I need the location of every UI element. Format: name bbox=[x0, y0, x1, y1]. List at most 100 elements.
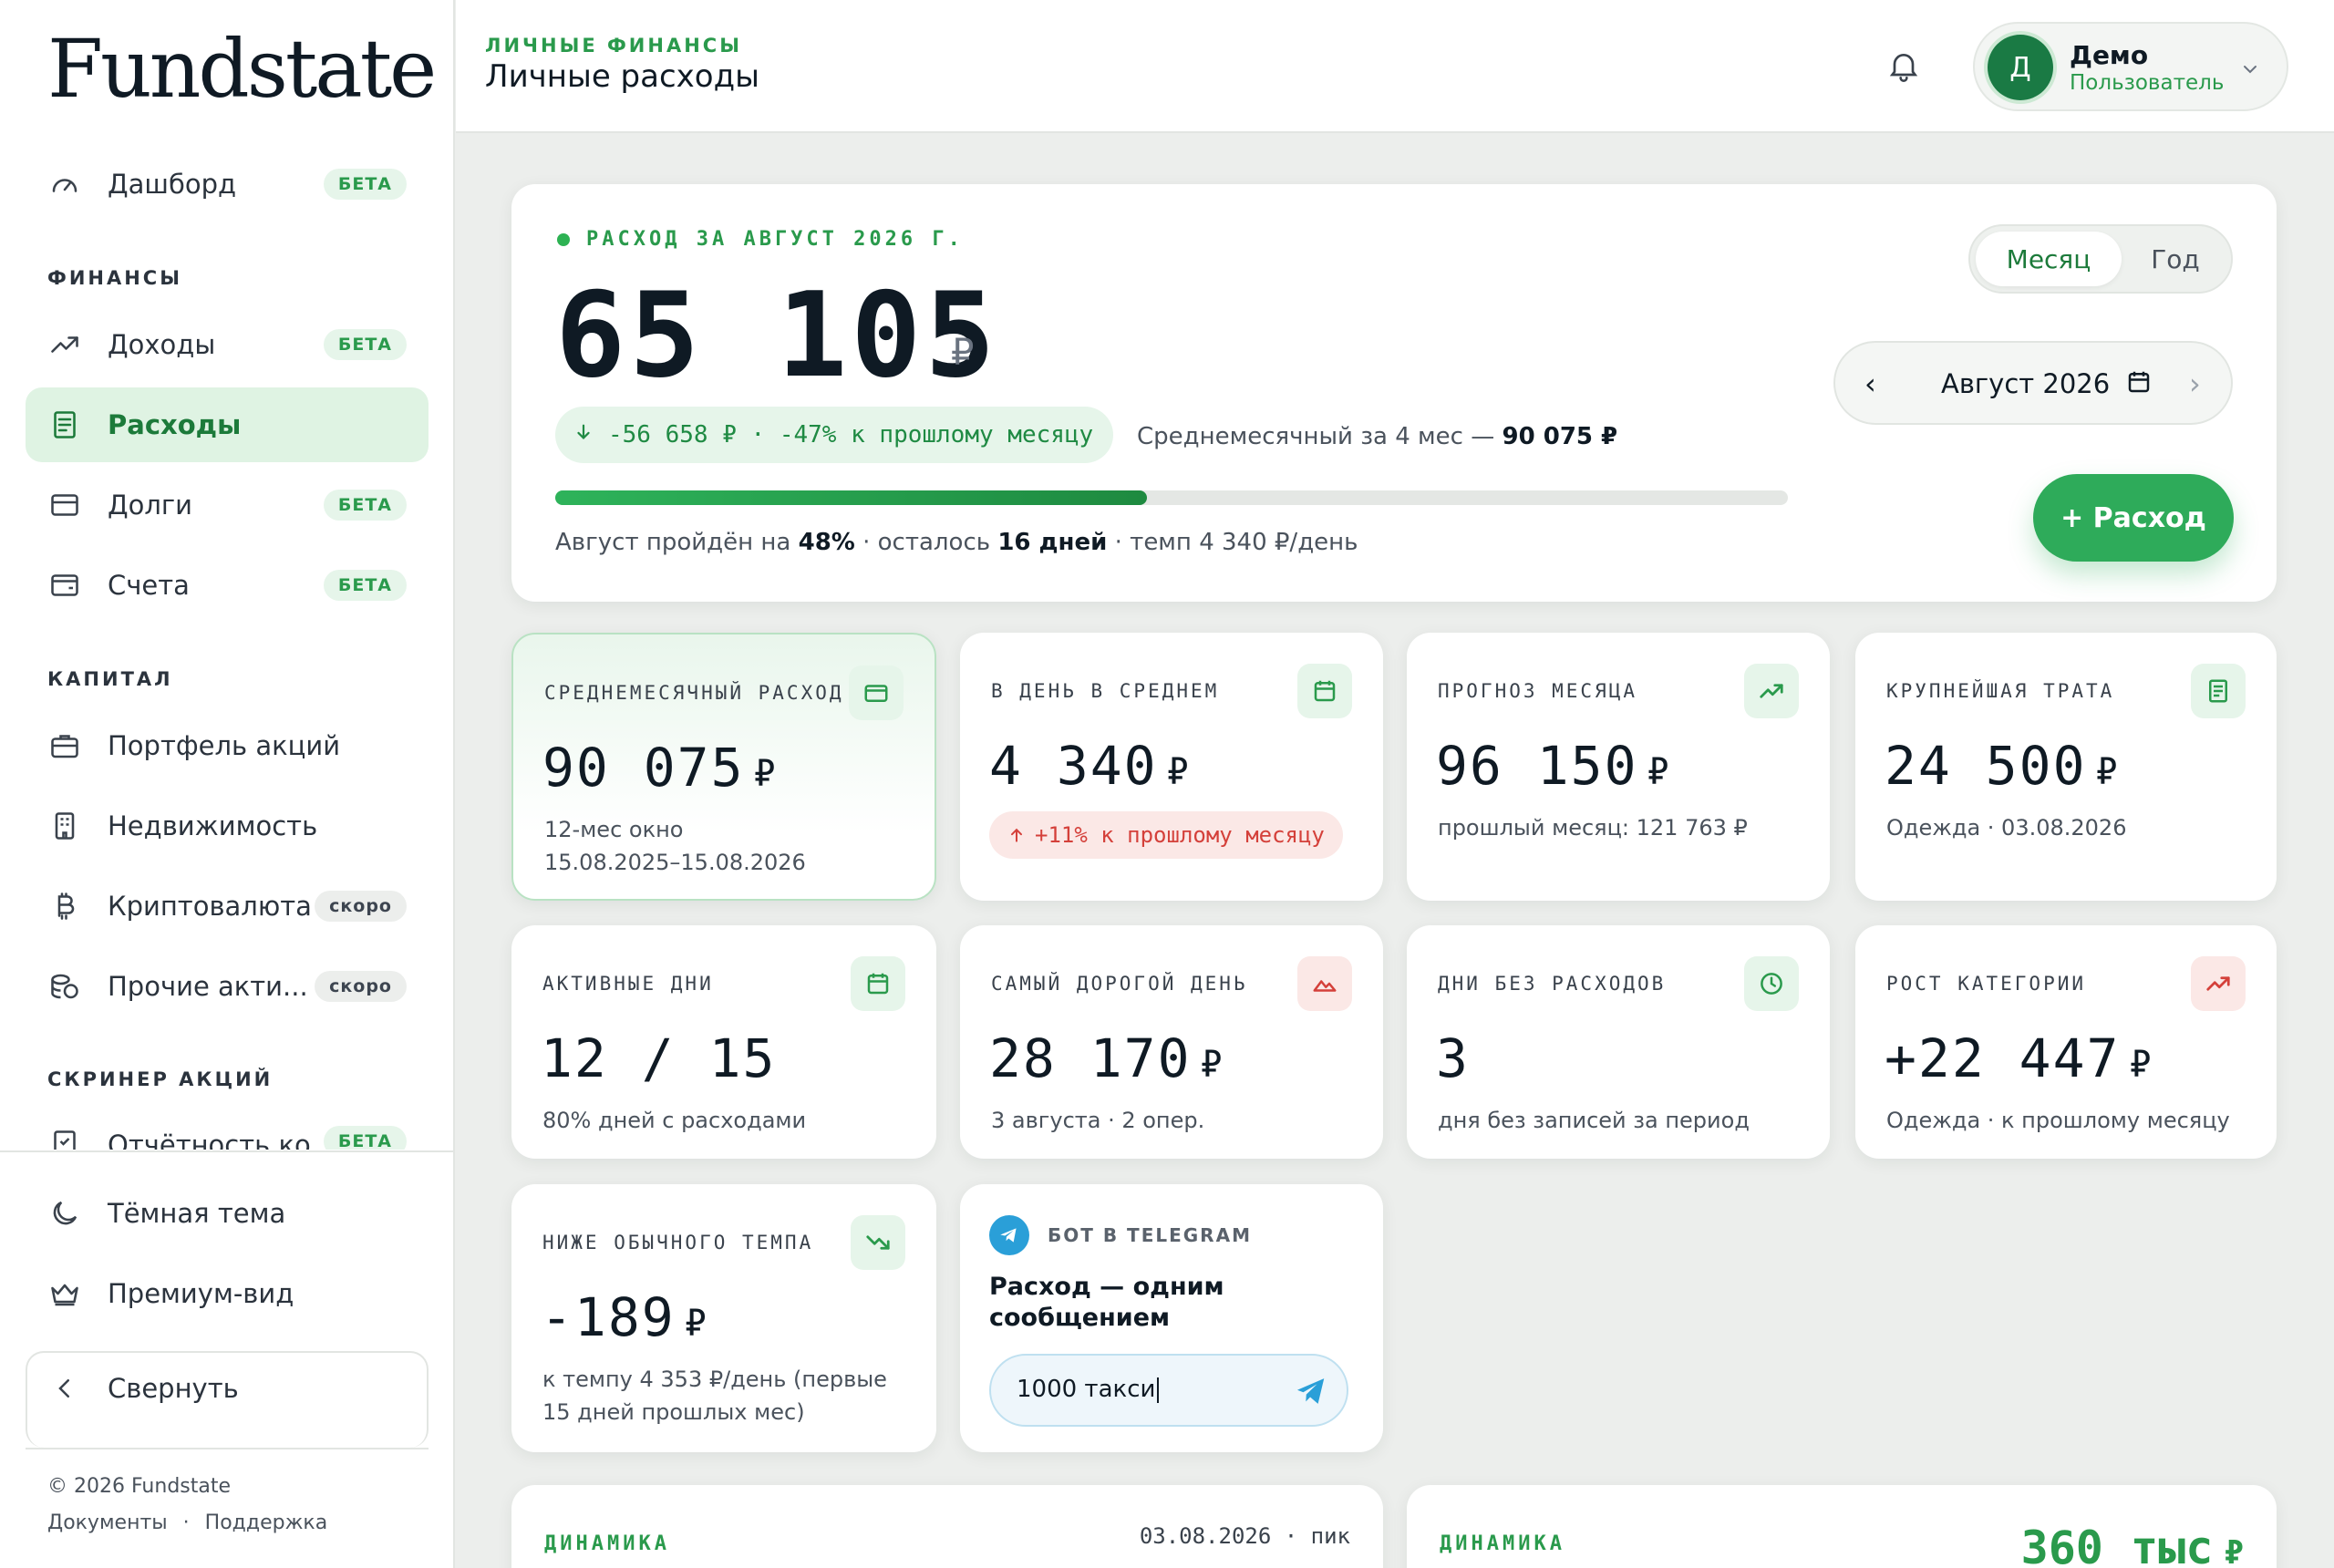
stat-value-currency: ₽ bbox=[1647, 751, 1671, 793]
sidebar-item-debts[interactable]: Долги БЕТА bbox=[26, 468, 429, 542]
stat-card-category-growth[interactable]: РОСТ КАТЕГОРИИ +22 447 ₽ Одежда · к прошл… bbox=[1855, 925, 2277, 1159]
stat-subtitle: 12-мес окно 15.08.2025–15.08.2026 bbox=[544, 817, 806, 875]
sidebar-item-reports[interactable]: Отчётность ко... БЕТА bbox=[26, 1106, 429, 1150]
dark-theme-toggle[interactable]: Тёмная тема bbox=[26, 1176, 429, 1251]
next-month-button[interactable]: › bbox=[2189, 366, 2201, 401]
sidebar-item-label: Прочие акти... bbox=[108, 971, 308, 1002]
breadcrumb: ЛИЧНЫЕ ФИНАНСЫ bbox=[485, 35, 742, 57]
dynamics-card-right: ДИНАМИКА 360 тыс ₽ bbox=[1407, 1485, 2277, 1568]
sidebar-item-accounts[interactable]: Счета БЕТА bbox=[26, 548, 429, 623]
delta-text: -56 658 ₽ · -47% к прошлому месяцу bbox=[608, 421, 1094, 449]
stat-card-largest-expense[interactable]: КРУПНЕЙШАЯ ТРАТА 24 500 ₽ Одежда · 03.08.… bbox=[1855, 633, 2277, 901]
trend-down-icon bbox=[851, 1215, 905, 1270]
stat-title: В ДЕНЬ В СРЕДНЕМ bbox=[991, 680, 1220, 702]
section-heading-screener: СКРИНЕР АКЦИЙ bbox=[47, 1068, 274, 1090]
bell-icon[interactable] bbox=[1885, 47, 1922, 88]
user-menu[interactable]: Д Демо Пользователь bbox=[1973, 22, 2288, 111]
hero-currency: ₽ bbox=[951, 332, 975, 374]
stat-title: РОСТ КАТЕГОРИИ bbox=[1886, 973, 2087, 995]
stat-value-number: 24 500 bbox=[1885, 735, 2087, 797]
briefcase-icon bbox=[47, 729, 82, 762]
dynamics-kicker: ДИНАМИКА bbox=[544, 1532, 670, 1555]
stat-value-number: 28 170 bbox=[989, 1027, 1192, 1089]
link-separator: · bbox=[182, 1511, 190, 1534]
sidebar-item-realty[interactable]: Недвижимость bbox=[26, 789, 429, 863]
telegram-message-input[interactable]: 1000 такси bbox=[989, 1354, 1348, 1427]
sidebar: Fundstate Дашборд БЕТА ФИНАНСЫ Доходы БЕ… bbox=[0, 0, 455, 1568]
sidebar-item-stocks[interactable]: Портфель акций bbox=[26, 708, 429, 783]
add-expense-button[interactable]: + Расход bbox=[2033, 474, 2234, 562]
stat-card-days-without-expenses[interactable]: ДНИ БЕЗ РАСХОДОВ 3 дня без записей за пе… bbox=[1407, 925, 1830, 1159]
beta-badge: БЕТА bbox=[323, 1126, 407, 1150]
sidebar-item-label: Долги bbox=[108, 490, 193, 521]
stat-title: СРЕДНЕМЕСЯЧНЫЙ РАСХОД bbox=[544, 682, 844, 704]
beta-badge: БЕТА bbox=[323, 570, 407, 601]
progress-note: Август пройдён на 48% · осталось 16 дней… bbox=[555, 529, 1358, 556]
telegram-bot-card: БОТ В TELEGRAM Расход — одним сообщением… bbox=[960, 1184, 1383, 1452]
sidebar-item-label: Счета bbox=[108, 570, 190, 601]
stat-title: АКТИВНЫЕ ДНИ bbox=[542, 973, 714, 995]
bitcoin-icon bbox=[47, 890, 82, 923]
sidebar-item-label: Портфель акций bbox=[108, 730, 341, 761]
topbar: ЛИЧНЫЕ ФИНАНСЫ Личные расходы Д Демо Пол… bbox=[456, 0, 2334, 133]
period-month-tab[interactable]: Месяц bbox=[1976, 232, 2122, 286]
sidebar-divider bbox=[0, 1150, 455, 1152]
sidebar-item-crypto[interactable]: Криптовалюта скоро bbox=[26, 869, 429, 944]
stat-card-forecast[interactable]: ПРОГНОЗ МЕСЯЦА 96 150 ₽ прошлый месяц: 12… bbox=[1407, 633, 1830, 901]
sidebar-item-income[interactable]: Доходы БЕТА bbox=[26, 307, 429, 382]
stat-value-number: 4 340 bbox=[989, 735, 1158, 797]
stat-card-active-days[interactable]: АКТИВНЫЕ ДНИ 12 / 15 80% дней с расходам… bbox=[511, 925, 936, 1159]
app-logo[interactable]: Fundstate bbox=[47, 22, 437, 116]
calendar-icon bbox=[1297, 664, 1352, 718]
collapse-button[interactable]: Свернуть bbox=[26, 1351, 429, 1426]
sidebar-item-label: Расходы bbox=[108, 409, 242, 440]
premium-view-toggle[interactable]: Премиум-вид bbox=[26, 1256, 429, 1331]
sidebar-item-other-assets[interactable]: Прочие акти... скоро bbox=[26, 949, 429, 1024]
progress-mid: · осталось bbox=[862, 529, 991, 556]
progress-percent: 48% bbox=[798, 529, 855, 556]
support-link[interactable]: Поддержка bbox=[205, 1511, 328, 1534]
telegram-input-text: 1000 такси bbox=[1017, 1376, 1160, 1403]
telegram-input-value: 1000 такси bbox=[1017, 1376, 1156, 1403]
stat-title: САМЫЙ ДОРОГОЙ ДЕНЬ bbox=[991, 973, 1248, 995]
trend-up-icon bbox=[2191, 956, 2246, 1011]
sidebar-item-label: Криптовалюта bbox=[108, 891, 312, 922]
stat-subtitle: к темпу 4 353 ₽/день (первые 15 дней про… bbox=[542, 1367, 887, 1425]
change-badge: +11% к прошлому месяцу bbox=[989, 811, 1343, 859]
stat-subtitle: Одежда · к прошлому месяцу bbox=[1886, 1108, 2230, 1133]
stat-value: +22 447 ₽ bbox=[1885, 1027, 2153, 1089]
stat-card-monthly-average[interactable]: СРЕДНЕМЕСЯЧНЫЙ РАСХОД 90 075 ₽ 12-мес окн… bbox=[511, 633, 936, 901]
stat-value-number: 90 075 bbox=[542, 737, 745, 799]
gauge-icon bbox=[47, 168, 82, 201]
prev-month-button[interactable]: ‹ bbox=[1864, 366, 1876, 401]
beta-badge: БЕТА bbox=[323, 490, 407, 521]
period-year-tab[interactable]: Год bbox=[2125, 232, 2226, 286]
stat-value: 4 340 ₽ bbox=[989, 735, 1191, 797]
stat-value-number: 12 / 15 bbox=[541, 1027, 777, 1089]
calendar-icon[interactable] bbox=[2125, 368, 2153, 399]
send-icon[interactable] bbox=[1294, 1374, 1328, 1412]
beta-badge: БЕТА bbox=[323, 169, 407, 200]
stat-value: 28 170 ₽ bbox=[989, 1027, 1224, 1089]
sidebar-item-dashboard[interactable]: Дашборд БЕТА bbox=[26, 147, 429, 222]
beta-badge: БЕТА bbox=[323, 329, 407, 360]
date-label[interactable]: Август 2026 bbox=[1941, 368, 2110, 399]
stat-card-most-expensive-day[interactable]: САМЫЙ ДОРОГОЙ ДЕНЬ 28 170 ₽ 3 августа · 2… bbox=[960, 925, 1383, 1159]
docs-link[interactable]: Документы bbox=[47, 1511, 168, 1534]
wallet-icon bbox=[47, 569, 82, 602]
sidebar-item-label: Премиум-вид bbox=[108, 1278, 294, 1309]
telegram-icon bbox=[989, 1215, 1029, 1255]
user-name: Демо bbox=[2070, 40, 2149, 70]
stat-card-daily-average[interactable]: В ДЕНЬ В СРЕДНЕМ 4 340 ₽ +11% к прошлому … bbox=[960, 633, 1383, 901]
user-role: Пользователь bbox=[2070, 71, 2225, 95]
coins-icon bbox=[47, 970, 82, 1003]
section-heading-capital: КАПИТАЛ bbox=[47, 668, 173, 690]
month-expense-card: РАСХОД ЗА АВГУСТ 2026 Г. 65 105 ₽ -56 65… bbox=[511, 184, 2277, 602]
stat-value: 96 150 ₽ bbox=[1436, 735, 1671, 797]
stat-subtitle: дня без записей за период bbox=[1438, 1108, 1750, 1133]
stat-card-below-pace[interactable]: НИЖЕ ОБЫЧНОГО ТЕМПА -189 ₽ к темпу 4 353 … bbox=[511, 1184, 936, 1452]
period-toggle: Месяц Год bbox=[1968, 224, 2233, 294]
average-note: Среднемесячный за 4 мес — 90 075 ₽ bbox=[1137, 423, 1617, 450]
sidebar-item-expenses[interactable]: Расходы bbox=[26, 387, 429, 462]
progress-days: 16 дней bbox=[997, 529, 1108, 556]
